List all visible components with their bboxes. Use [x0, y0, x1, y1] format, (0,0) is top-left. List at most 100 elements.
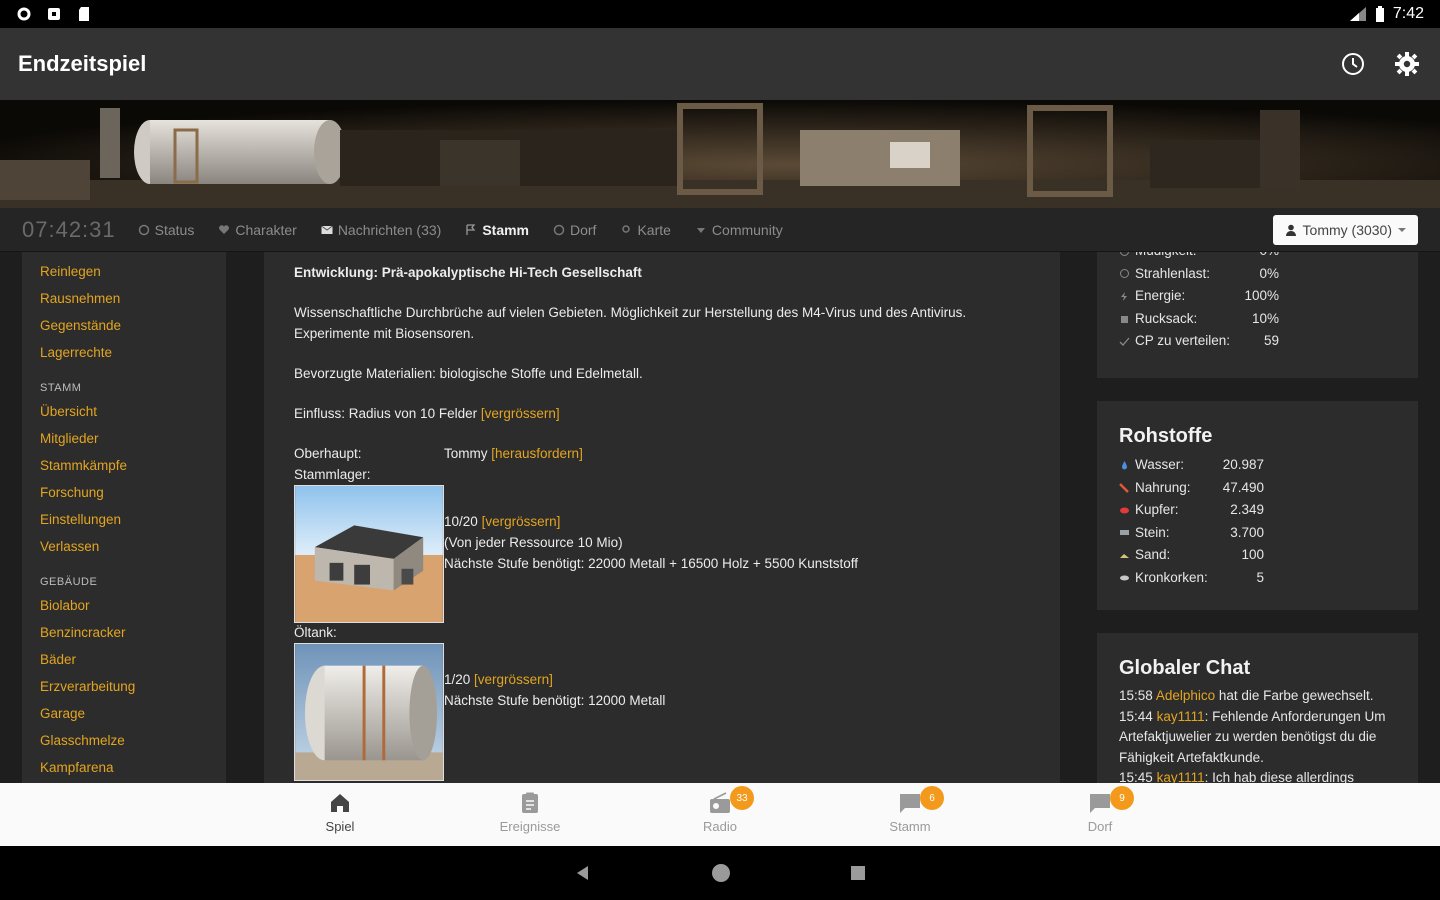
radio-badge: 33	[730, 786, 754, 810]
tank-next-level: Nächste Stufe benötigt: 12000 Metall	[444, 693, 666, 708]
nav-charakter[interactable]: Charakter	[218, 222, 297, 238]
sidebar-link-uebersicht[interactable]: Übersicht	[40, 398, 226, 425]
settings-button[interactable]	[1392, 49, 1422, 79]
status-time: 7:42	[1392, 5, 1424, 22]
chat-bubble-icon	[1090, 794, 1110, 813]
app-notification-icon	[48, 8, 60, 20]
sidebar-link-forschung[interactable]: Forschung	[40, 479, 226, 506]
water-drop-icon	[1122, 460, 1127, 470]
sidebar-link-glasschmelze[interactable]: Glasschmelze	[40, 727, 226, 754]
nav-karte[interactable]: Karte	[620, 222, 671, 238]
resource-row-kupfer: Kupfer: 2.349	[1119, 499, 1396, 522]
gear-icon	[1395, 52, 1419, 76]
sidebar-link-stammkaempfe[interactable]: Stammkämpfe	[40, 452, 226, 479]
radio-icon	[710, 792, 730, 813]
camp-details: 10/20 [vergrössern] (Von jeder Ressource…	[444, 485, 858, 574]
sidebar-link-gegenstaende[interactable]: Gegenstände	[40, 312, 226, 339]
stamm-sidebar: Reinlegen Rausnehmen Gegenstände Lagerre…	[22, 252, 226, 783]
stat-row: Rucksack: 10%	[1119, 308, 1396, 331]
nav-stamm[interactable]: Stamm	[465, 222, 529, 238]
chat-user-link[interactable]: Adelphico	[1156, 688, 1215, 703]
clock-icon	[1342, 53, 1364, 75]
dorf-badge: 9	[1110, 786, 1134, 810]
game-clock: 07:42:31	[22, 216, 116, 242]
sd-card-icon	[79, 7, 89, 21]
mail-icon	[321, 225, 333, 234]
development-label: Entwicklung: Prä-apokalyptische Hi-Tech …	[294, 265, 642, 280]
bottom-nav-stamm[interactable]: 6 Stamm	[815, 783, 1005, 846]
influence-enlarge-link[interactable]: [vergrössern]	[481, 406, 560, 421]
copper-icon	[1120, 507, 1129, 514]
tank-enlarge-link[interactable]: [vergrössern]	[474, 672, 553, 687]
camp-next-level: Nächste Stufe benötigt: 22000 Metall + 1…	[444, 556, 859, 571]
app-title: Endzeitspiel	[18, 51, 147, 76]
chat-title: Globaler Chat	[1119, 657, 1251, 679]
backpack-icon	[1121, 316, 1128, 324]
user-icon	[1285, 224, 1296, 236]
bottom-navigation: Spiel Ereignisse 33 Radio 6 Stamm 9 Dorf	[0, 783, 1440, 846]
camp-level: 10/20	[444, 514, 478, 529]
sidebar-link-garage[interactable]: Garage	[40, 700, 226, 727]
bottom-nav-spiel[interactable]: Spiel	[245, 783, 435, 846]
sidebar-link-erzverarbeitung[interactable]: Erzverarbeitung	[40, 673, 226, 700]
bottom-nav-dorf[interactable]: 9 Dorf	[1005, 783, 1195, 846]
chat-message: 15:44 kay1111: Fehlende Anforderungen Um…	[1119, 708, 1386, 765]
tank-label: Öltank:	[294, 625, 337, 640]
sand-icon	[1120, 553, 1129, 558]
camp-enlarge-link[interactable]: [vergrössern]	[482, 514, 561, 529]
nav-dorf[interactable]: Dorf	[553, 222, 596, 238]
chat-user-link[interactable]: kay1111	[1157, 709, 1205, 724]
nav-nachrichten[interactable]: Nachrichten (33)	[321, 222, 441, 238]
resource-row-wasser: Wasser: 20.987	[1119, 454, 1396, 477]
home-circle-icon[interactable]	[710, 862, 732, 884]
resource-row-sand: Sand: 100	[1119, 544, 1396, 567]
challenge-leader-link[interactable]: [herausfordern]	[491, 446, 583, 461]
checkmark-icon	[1119, 337, 1130, 346]
tank-details: 1/20 [vergrössern] Nächste Stufe benötig…	[444, 643, 665, 711]
recents-icon[interactable]	[850, 865, 866, 881]
system-navigation-bar	[0, 846, 1440, 900]
barn-building-image	[294, 485, 444, 623]
battery-icon	[1375, 6, 1384, 22]
sidebar-link-lagerrechte[interactable]: Lagerrechte	[40, 339, 226, 366]
stat-row: Energie: 100%	[1119, 285, 1396, 308]
leader-label: Oberhaupt:	[294, 446, 362, 461]
bottom-nav-radio[interactable]: 33 Radio	[625, 783, 815, 846]
back-icon[interactable]	[574, 864, 592, 882]
history-button[interactable]	[1338, 49, 1368, 79]
resource-row-nahrung: Nahrung: 47.490	[1119, 477, 1396, 500]
chat-user-link[interactable]: kay1111	[1157, 770, 1205, 783]
sidebar-link-reinlegen[interactable]: Reinlegen	[40, 258, 226, 285]
sidebar-link-verlassen[interactable]: Verlassen	[40, 533, 226, 560]
settings-notification-icon	[17, 7, 31, 21]
village-icon	[553, 224, 565, 235]
sidebar-link-einstellungen[interactable]: Einstellungen	[40, 506, 226, 533]
header-banner-image	[0, 100, 1440, 208]
heart-icon	[219, 224, 230, 234]
bottom-nav-ereignisse[interactable]: Ereignisse	[435, 783, 625, 846]
sidebar-heading-stamm: Stamm	[40, 382, 82, 394]
sidebar-link-mitglieder[interactable]: Mitglieder	[40, 425, 226, 452]
tank-building: 1/20 [vergrössern] Nächste Stufe benötig…	[294, 643, 1030, 781]
sidebar-link-benzincracker[interactable]: Benzincracker	[40, 619, 226, 646]
stat-row: Müdigkeit:0%	[1119, 252, 1396, 263]
sidebar-link-baeder[interactable]: Bäder	[40, 646, 226, 673]
resource-row-kronkorken: Kronkorken: 5	[1119, 567, 1396, 590]
stamm-badge: 6	[920, 786, 944, 810]
sidebar-link-rausnehmen[interactable]: Rausnehmen	[40, 285, 226, 312]
sidebar-link-biolabor[interactable]: Biolabor	[40, 592, 226, 619]
radiation-icon	[1120, 269, 1129, 279]
nav-status[interactable]: Status	[138, 222, 194, 238]
chat-message: 15:45 kay1111: Ich hab diese allerdings	[1119, 770, 1354, 783]
chat-bubble-icon	[900, 794, 920, 813]
tank-level: 1/20	[444, 672, 471, 687]
oil-tank-image	[294, 643, 444, 781]
content-area: Reinlegen Rausnehmen Gegenstände Lagerre…	[0, 252, 1440, 783]
sidebar-link-kampfarena[interactable]: Kampfarena	[40, 754, 226, 781]
nav-community[interactable]: Community	[695, 222, 783, 238]
user-menu-button[interactable]: Tommy (3030)	[1272, 214, 1418, 245]
community-icon	[696, 227, 705, 233]
stamm-main-panel: Entwicklung: Prä-apokalyptische Hi-Tech …	[264, 252, 1060, 783]
energy-icon	[1121, 291, 1127, 301]
bottle-cap-icon	[1120, 575, 1129, 581]
